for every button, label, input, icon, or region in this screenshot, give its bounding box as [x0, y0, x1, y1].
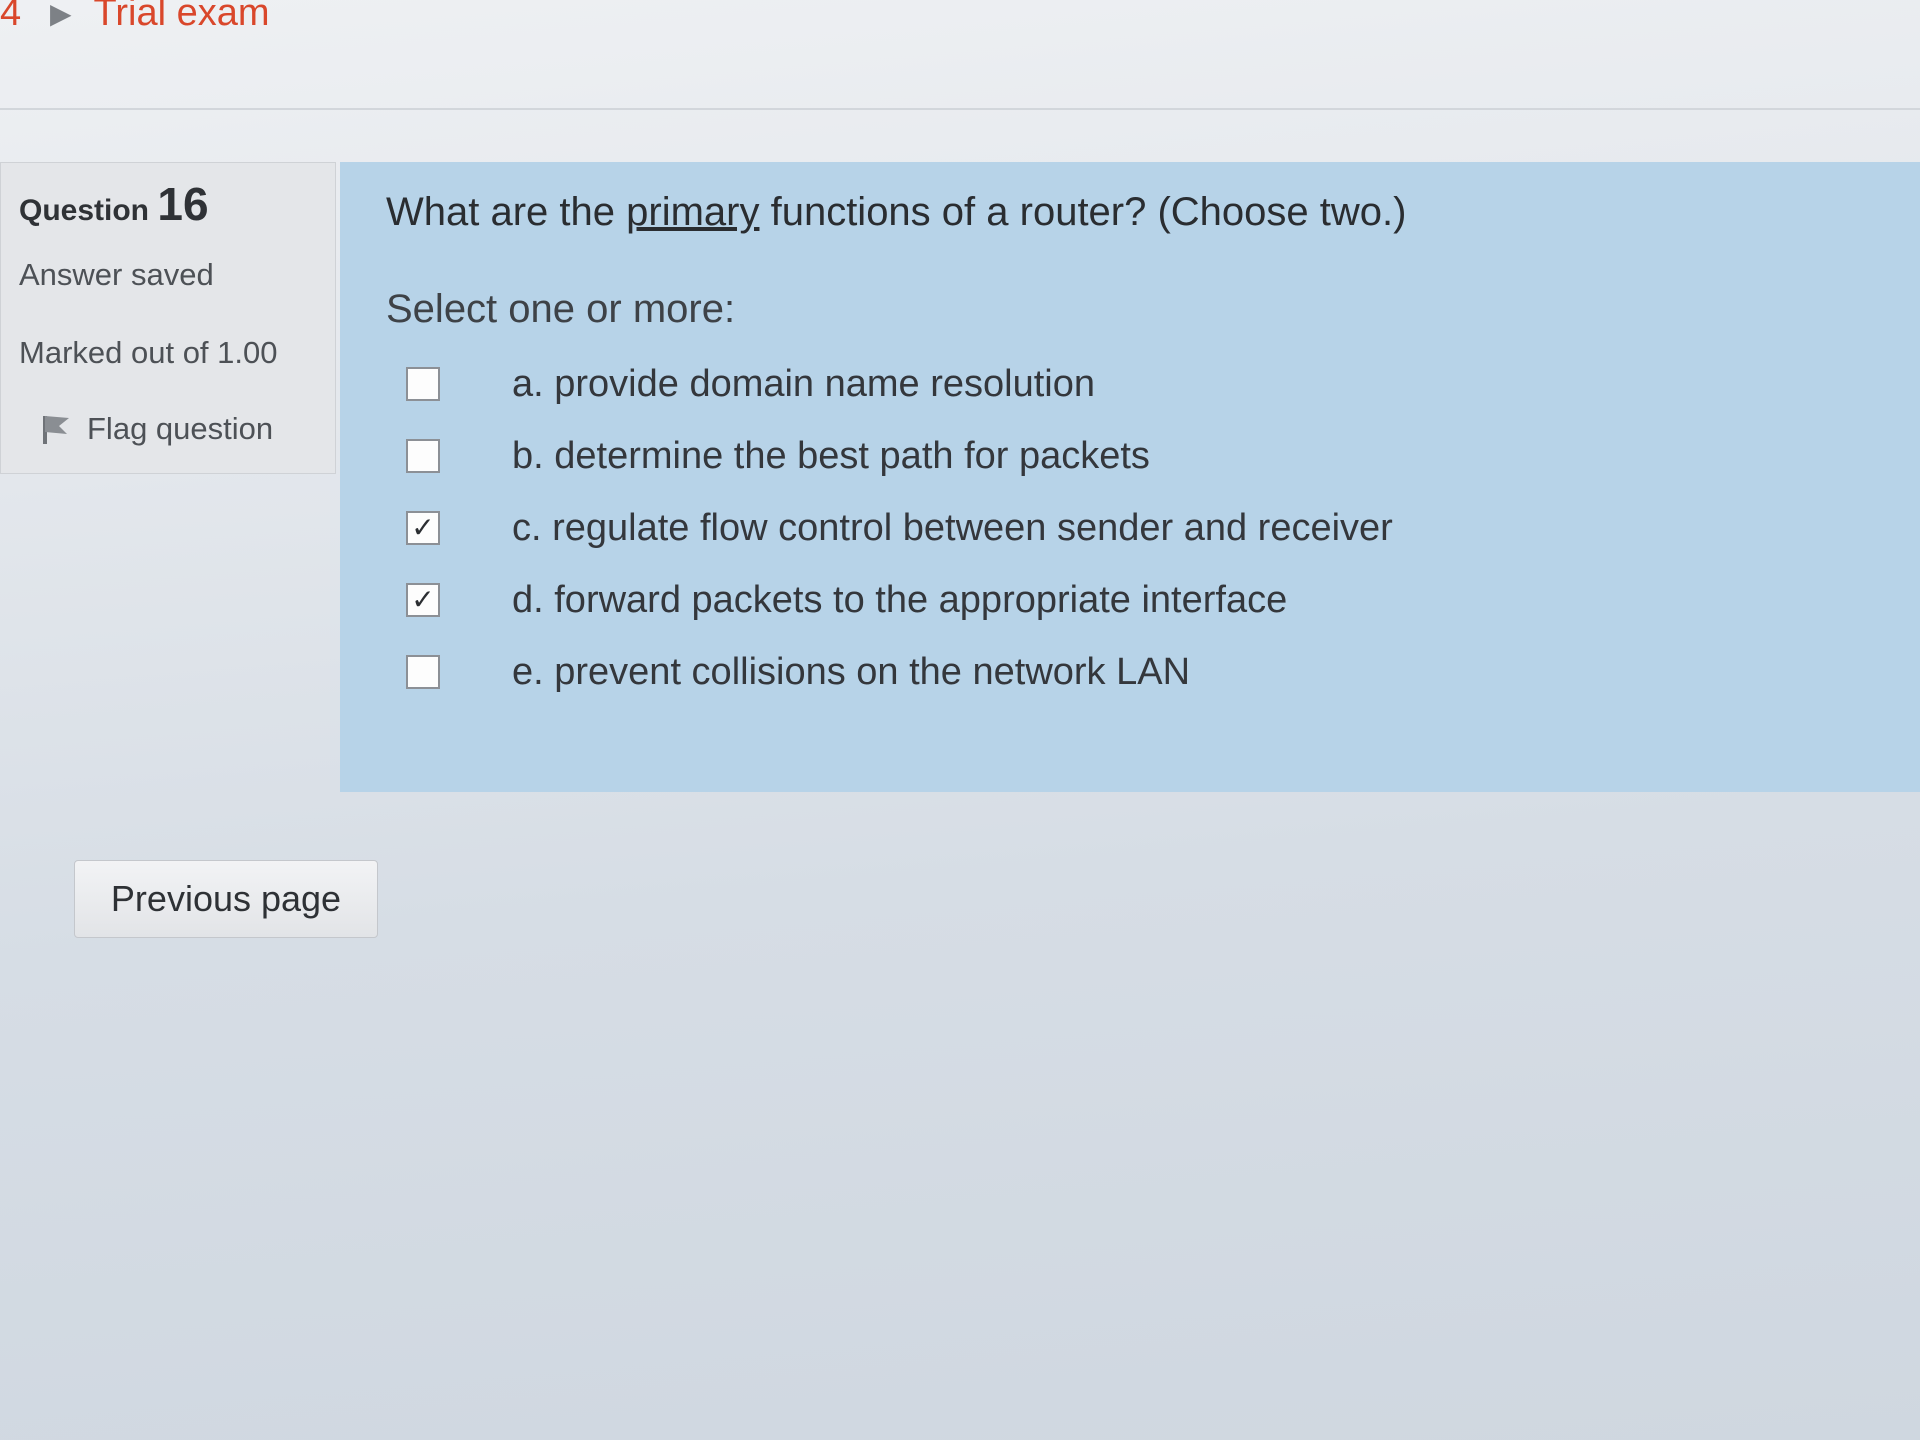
question-text-emphasis: primary [626, 190, 760, 234]
answer-prompt: Select one or more: [386, 287, 736, 331]
question-text-start: What are the [386, 190, 627, 234]
marks-info: Marked out of 1.00 [19, 335, 278, 370]
answer-option-a[interactable]: a. provide domain name resolution [386, 348, 1920, 420]
answer-option-e[interactable]: e. prevent collisions on the network LAN [386, 636, 1920, 708]
answer-checkbox-b[interactable] [406, 439, 440, 473]
answer-checkbox-d[interactable]: ✓ [406, 583, 440, 617]
answer-label-b[interactable]: b. determine the best path for packets [512, 435, 1150, 478]
question-label: Question [19, 194, 150, 227]
triangle-right-icon: ▶ [50, 0, 72, 29]
answer-option-b[interactable]: b. determine the best path for packets [386, 420, 1920, 492]
answer-label-a[interactable]: a. provide domain name resolution [512, 363, 1095, 406]
answer-checkbox-e[interactable] [406, 655, 440, 689]
answer-checkbox-a[interactable] [406, 367, 440, 401]
question-text-end: functions of a router? (Choose two.) [759, 190, 1407, 234]
question-content: What are the primary functions of a rout… [340, 162, 1920, 792]
question-number: 16 [157, 178, 209, 230]
answer-label-c[interactable]: c. regulate flow control between sender … [512, 507, 1393, 550]
breadcrumb-item-number[interactable]: 4 [0, 0, 22, 35]
answer-checkbox-c[interactable]: ✓ [406, 511, 440, 545]
answer-status: Answer saved [19, 257, 214, 292]
flag-question-label: Flag question [87, 411, 274, 446]
answer-option-d[interactable]: ✓ d. forward packets to the appropriate … [386, 564, 1920, 636]
answer-option-c[interactable]: ✓ c. regulate flow control between sende… [386, 492, 1920, 564]
question-info-panel: Question 16 Answer saved Marked out of 1… [0, 162, 336, 474]
breadcrumb: 4 ▶ Trial exam [0, 0, 270, 35]
previous-page-button[interactable]: Previous page [74, 860, 378, 938]
answer-list: a. provide domain name resolution b. det… [386, 348, 1920, 708]
flag-icon [41, 412, 71, 446]
question-text: What are the primary functions of a rout… [386, 190, 1920, 235]
header-divider [0, 108, 1920, 110]
answer-label-e[interactable]: e. prevent collisions on the network LAN [512, 651, 1190, 694]
breadcrumb-item-trial-exam[interactable]: Trial exam [94, 0, 270, 35]
question-heading: Question 16 [19, 177, 335, 231]
flag-question-link[interactable]: Flag question [41, 411, 335, 447]
answer-label-d[interactable]: d. forward packets to the appropriate in… [512, 579, 1287, 622]
